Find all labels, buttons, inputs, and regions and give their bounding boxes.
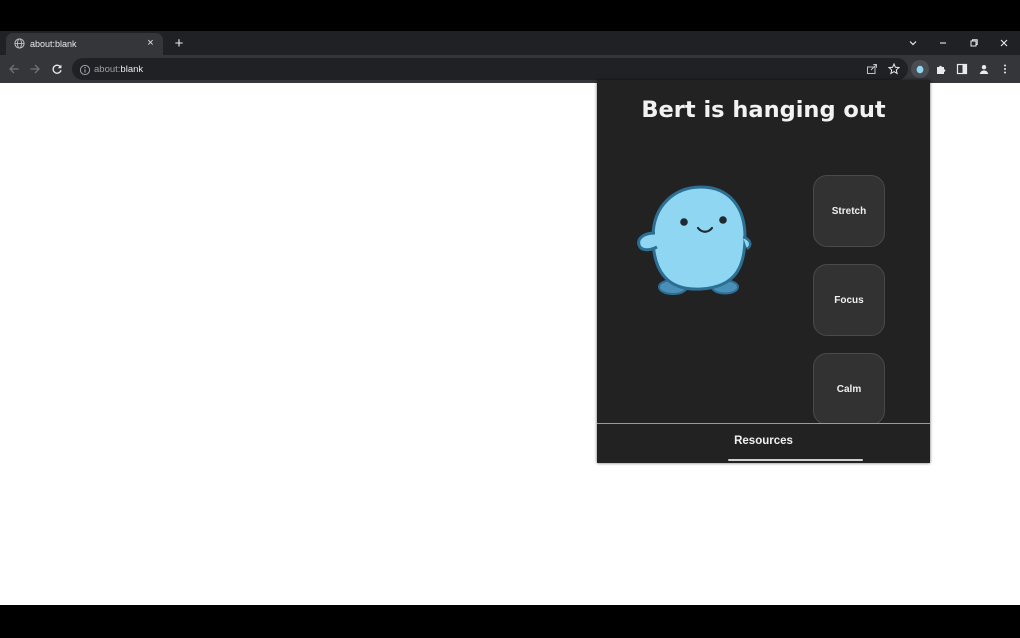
popup-title: Bert is hanging out — [641, 97, 886, 123]
share-icon[interactable] — [865, 62, 879, 76]
url-host: blank — [120, 64, 144, 75]
toolbar: about:blank — [0, 55, 1020, 83]
arrow-left-icon[interactable] — [5, 60, 23, 78]
tab-title: about:blank — [30, 39, 77, 49]
url-text: about:blank — [94, 64, 143, 75]
tab-close-icon[interactable]: × — [144, 37, 157, 50]
extension-popup: Bert is hanging out Stretch Focus Calm R… — [597, 80, 930, 463]
resources-tab[interactable]: Resources — [597, 424, 930, 463]
screen: about:blank × + about:blank Bert is hang… — [0, 0, 1020, 638]
arrow-right-icon[interactable] — [26, 60, 44, 78]
bert-mascot — [633, 175, 759, 305]
tab-strip: about:blank × + — [0, 31, 1020, 55]
puzzle-icon[interactable] — [932, 60, 950, 78]
kebab-menu-icon[interactable] — [996, 60, 1014, 78]
popup-footer: Resources — [597, 423, 930, 463]
globe-icon — [14, 38, 25, 49]
resources-tab-indicator — [728, 459, 863, 461]
tab-about-blank[interactable]: about:blank × — [6, 33, 163, 55]
address-bar[interactable]: about:blank — [72, 58, 908, 80]
star-icon[interactable] — [887, 62, 901, 76]
chevron-down-icon[interactable] — [902, 33, 924, 53]
restore-icon[interactable] — [963, 33, 985, 53]
reload-icon[interactable] — [48, 60, 66, 78]
profile-icon[interactable] — [975, 60, 993, 78]
new-tab-button[interactable]: + — [170, 35, 188, 53]
focus-button[interactable]: Focus — [813, 264, 885, 336]
bert-extension-icon[interactable] — [911, 60, 929, 78]
url-scheme: about: — [94, 64, 121, 75]
stretch-button[interactable]: Stretch — [813, 175, 885, 247]
sidepanel-icon[interactable] — [953, 60, 971, 78]
minimize-icon[interactable] — [932, 33, 954, 53]
browser-window: about:blank × + about:blank Bert is hang… — [0, 31, 1020, 605]
calm-button[interactable]: Calm — [813, 353, 885, 425]
info-icon[interactable] — [79, 63, 91, 76]
close-icon[interactable] — [993, 33, 1015, 53]
